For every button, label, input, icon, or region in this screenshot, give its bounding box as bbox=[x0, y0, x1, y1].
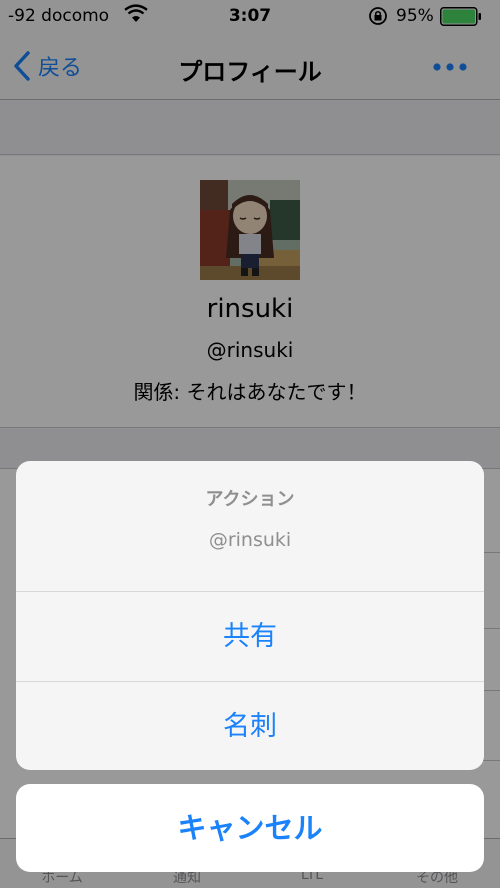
action-sheet-title: アクション bbox=[205, 489, 295, 510]
cancel-button[interactable]: キャンセル bbox=[16, 784, 484, 872]
share-button[interactable]: 共有 bbox=[16, 591, 484, 680]
business-card-button[interactable]: 名刺 bbox=[16, 681, 484, 770]
action-sheet: アクション @rinsuki 共有 名刺 bbox=[16, 461, 484, 770]
action-sheet-message: @rinsuki bbox=[208, 529, 292, 551]
